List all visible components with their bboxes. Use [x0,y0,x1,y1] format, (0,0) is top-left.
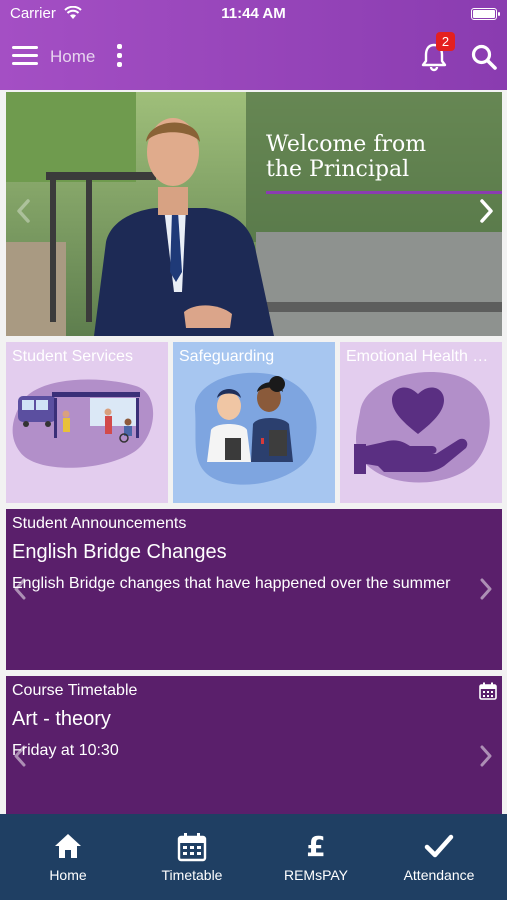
tab-label: Home [49,867,87,883]
home-icon [55,834,81,858]
banner-title: Welcome from the Principal [266,132,427,182]
tab-remspay[interactable]: £ REMsPAY [253,814,379,900]
principal-photo [6,92,502,336]
card-summary: English Bridge changes that have happene… [12,575,451,592]
chevron-left-icon[interactable] [12,577,28,601]
battery-icon [471,8,500,20]
tile-label: Student Services [12,348,133,365]
calendar-icon [479,682,497,700]
chevron-right-icon[interactable] [478,744,494,768]
tab-label: REMsPAY [283,867,349,883]
tab-label: Attendance [403,867,475,883]
chevron-left-icon[interactable] [14,198,32,224]
announcement-card[interactable]: Student Announcements English Bridge Cha… [6,509,502,670]
banner-title-underline [266,191,502,194]
app-header: Carrier 11:44 AM Home 2 [0,0,507,90]
status-bar: Carrier 11:44 AM [0,0,507,28]
tile-emotional-health[interactable]: Emotional Health & Wellbeing [340,342,502,503]
card-section-title: Student Announcements [12,515,187,532]
nav-bar: Home 2 [0,32,507,78]
tab-timetable[interactable]: Timetable [129,814,255,900]
tile-safeguarding[interactable]: Safeguarding [173,342,335,503]
card-headline: Art - theory [12,708,111,730]
chevron-right-icon[interactable] [478,198,496,224]
search-icon[interactable] [470,43,498,71]
menu-icon[interactable] [12,45,38,67]
chevron-right-icon[interactable] [478,577,494,601]
bottom-tab-bar: Home Timetable £ REMsPAY Attendance [0,814,507,900]
pound-icon: £ [306,830,326,863]
tab-attendance[interactable]: Attendance [376,814,502,900]
heart-in-hand-illustration [354,372,490,483]
more-options-icon[interactable] [114,43,126,69]
card-section-title: Course Timetable [12,682,138,699]
notification-badge: 2 [436,32,455,51]
principal-welcome-banner[interactable]: Welcome from the Principal [6,92,502,336]
tile-student-services[interactable]: Student Services [6,342,168,503]
card-summary: Friday at 10:30 [12,742,119,759]
tile-label: Emotional Health & Wellbeing [346,348,496,365]
calendar-icon [177,833,207,862]
card-headline: English Bridge Changes [12,541,227,563]
checkmark-icon [424,834,454,858]
clock: 11:44 AM [221,5,286,22]
tab-label: Timetable [161,867,223,883]
tile-label: Safeguarding [179,348,275,365]
tab-home[interactable]: Home [5,814,131,900]
chevron-left-icon[interactable] [12,744,28,768]
timetable-card[interactable]: Course Timetable Art - theory Friday at … [6,676,502,816]
page-title: Home [50,47,96,66]
safeguarding-illustration [194,372,317,485]
bus-stop-illustration [12,379,154,468]
